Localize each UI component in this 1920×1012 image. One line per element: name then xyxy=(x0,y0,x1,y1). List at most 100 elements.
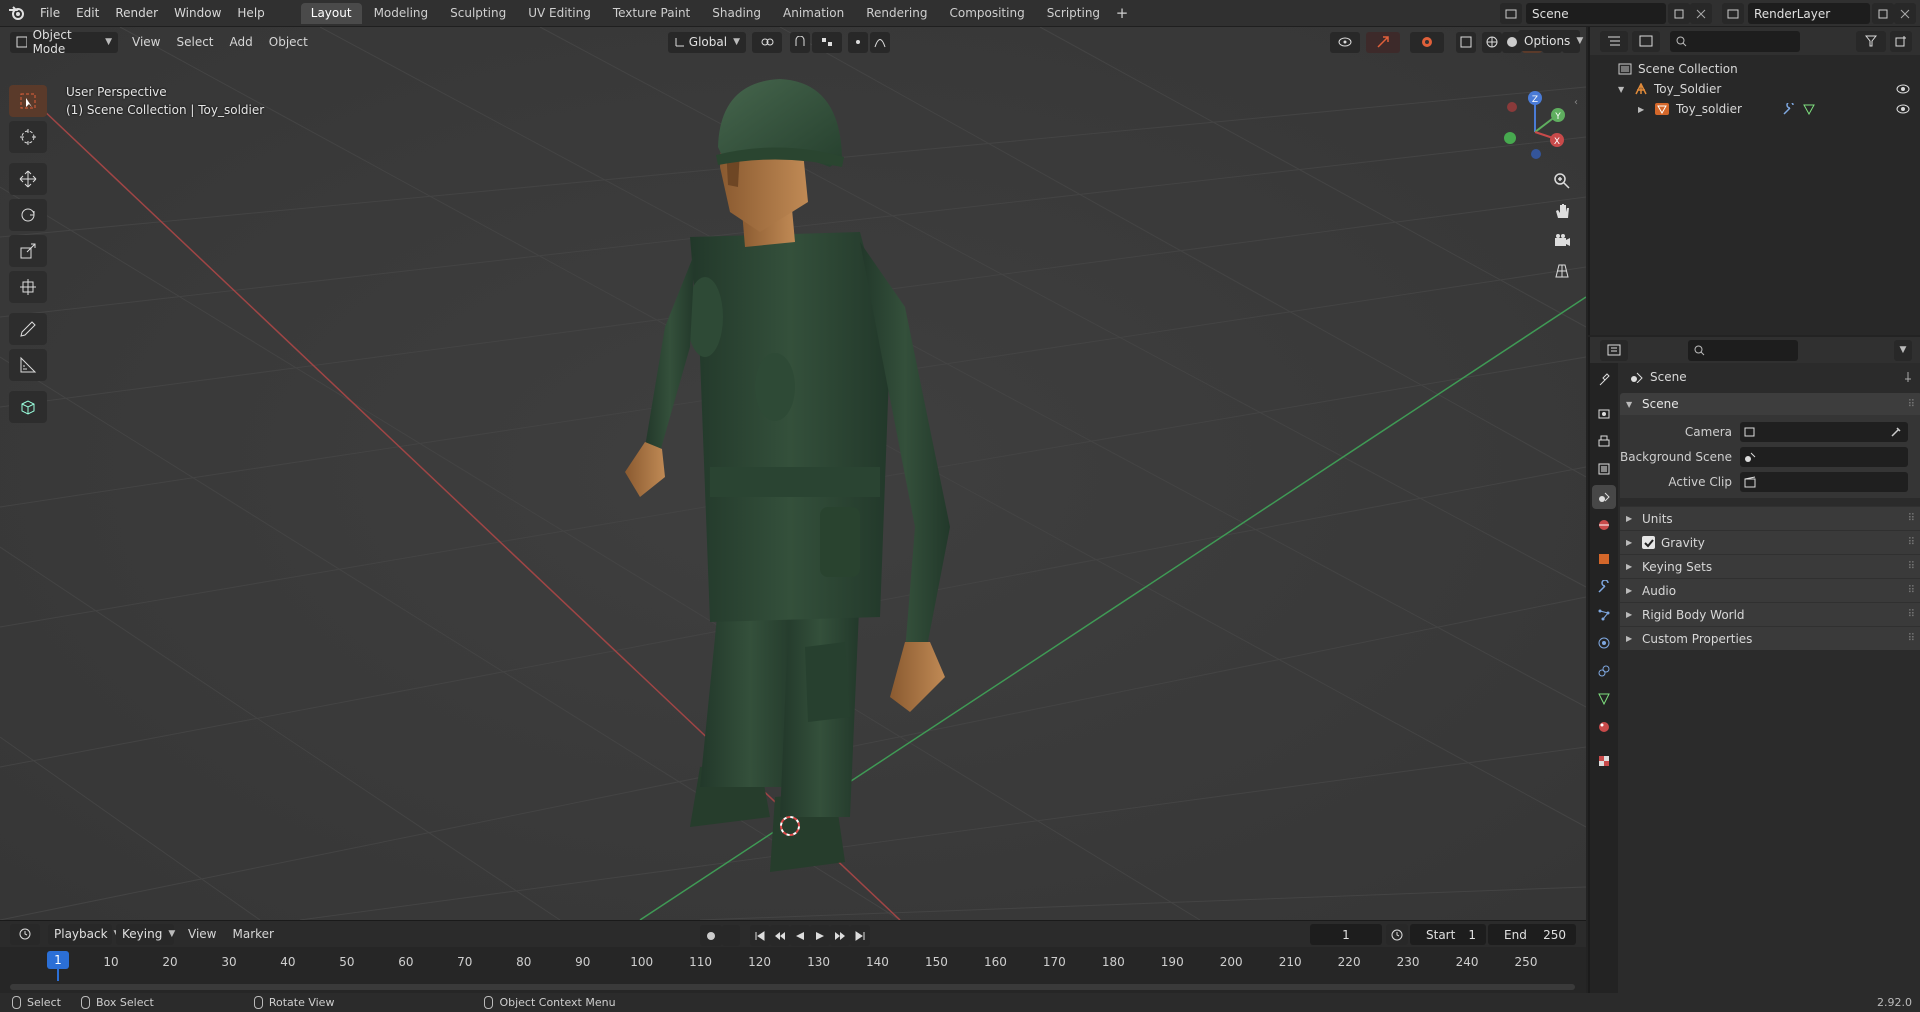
tab-uv-editing[interactable]: UV Editing xyxy=(518,3,601,24)
filter-funnel-icon[interactable] xyxy=(1856,30,1886,52)
scene-panel-header[interactable]: ▼ Scene ⠿ xyxy=(1620,393,1920,415)
tab-texture-paint[interactable]: Texture Paint xyxy=(603,3,700,24)
selectability-visibility-icon[interactable] xyxy=(1330,31,1360,53)
outliner-editor-type-icon[interactable] xyxy=(1600,30,1628,52)
tab-rendering[interactable]: Rendering xyxy=(856,3,937,24)
outliner-row-toy-soldier-collection[interactable]: ▼ Toy_Soldier xyxy=(1590,79,1920,99)
tab-sculpting[interactable]: Sculpting xyxy=(440,3,516,24)
add-workspace-button[interactable]: + xyxy=(1112,3,1132,23)
visibility-eye-icon[interactable] xyxy=(1896,84,1910,94)
properties-editor-type-icon[interactable] xyxy=(1600,339,1628,361)
scene-browse-icon[interactable] xyxy=(1500,3,1522,24)
gizmo-neg-y-handle[interactable] xyxy=(1504,132,1516,144)
snap-target-icon[interactable] xyxy=(812,31,842,53)
snap-toggle-icon[interactable] xyxy=(790,31,810,53)
audio-panel-header[interactable]: ▶ Audio ⠿ xyxy=(1620,578,1920,602)
add-cube-tool[interactable] xyxy=(9,391,47,423)
background-scene-field[interactable] xyxy=(1740,446,1908,467)
expand-triangle-icon[interactable]: ▶ xyxy=(1626,634,1634,643)
gravity-checkbox[interactable] xyxy=(1642,536,1655,549)
new-scene-icon[interactable] xyxy=(1668,3,1690,24)
material-tab-icon[interactable] xyxy=(1592,715,1616,739)
drag-handle-icon[interactable]: ⠿ xyxy=(1908,399,1915,410)
new-view-layer-icon[interactable] xyxy=(1872,3,1894,24)
display-mode-icon[interactable] xyxy=(1632,30,1660,52)
proportional-editing-icon[interactable] xyxy=(848,31,868,53)
drag-handle-icon[interactable]: ⠿ xyxy=(1908,633,1915,644)
select-box-tool[interactable] xyxy=(9,85,47,117)
world-tab-icon[interactable] xyxy=(1592,513,1616,537)
outliner-row-scene-collection[interactable]: Scene Collection xyxy=(1590,59,1920,79)
drag-handle-icon[interactable]: ⠿ xyxy=(1908,585,1915,596)
viewport-canvas[interactable]: Z Y X xyxy=(0,27,1586,920)
view-layer-field[interactable]: RenderLayer xyxy=(1748,3,1870,24)
menu-edit[interactable]: Edit xyxy=(68,0,107,27)
start-frame-field[interactable]: Start 1 xyxy=(1410,924,1486,945)
collapse-triangle-icon[interactable]: ▼ xyxy=(1626,400,1634,409)
drag-handle-icon[interactable]: ⠿ xyxy=(1908,609,1915,620)
delete-scene-icon[interactable] xyxy=(1690,3,1712,24)
viewport-menu-add[interactable]: Add xyxy=(222,35,261,49)
jump-to-start-icon[interactable] xyxy=(750,925,770,946)
visibility-eye-icon[interactable] xyxy=(1896,104,1910,114)
expand-triangle-icon[interactable]: ▶ xyxy=(1638,105,1646,114)
menu-render[interactable]: Render xyxy=(107,0,166,27)
perspective-toggle-grid-icon[interactable] xyxy=(1548,257,1576,285)
expand-triangle-icon[interactable]: ▶ xyxy=(1626,538,1634,547)
xray-toggle-icon[interactable] xyxy=(1456,31,1476,53)
transform-tool[interactable] xyxy=(9,271,47,303)
move-tool[interactable] xyxy=(9,163,47,195)
custom-properties-panel-header[interactable]: ▶ Custom Properties ⠿ xyxy=(1620,626,1920,650)
properties-search-input[interactable] xyxy=(1688,339,1798,361)
tab-scripting[interactable]: Scripting xyxy=(1037,3,1110,24)
end-frame-field[interactable]: End 250 xyxy=(1488,924,1576,945)
zoom-view-icon[interactable] xyxy=(1548,167,1576,195)
timeline-ruler[interactable]: 1 10 20 30 40 50 60 70 80 90 100 110 120 130 140 150 16… xyxy=(0,947,1586,994)
eyedropper-icon[interactable] xyxy=(1890,426,1902,438)
next-keyframe-icon[interactable] xyxy=(830,925,850,946)
outliner-row-toy-soldier-object[interactable]: ▶ Toy_soldier xyxy=(1590,99,1920,119)
viewport-menu-view[interactable]: View xyxy=(124,35,168,49)
keying-dropdown[interactable]: Keying ▼ xyxy=(116,923,175,945)
overlays-toggle-icon[interactable] xyxy=(1410,31,1444,53)
gizmo-toggle-icon[interactable] xyxy=(1366,31,1400,53)
tab-layout[interactable]: Layout xyxy=(300,2,362,24)
scene-name-field[interactable]: Scene xyxy=(1526,3,1666,24)
expand-triangle-icon[interactable]: ▶ xyxy=(1626,514,1634,523)
scene-tab-icon[interactable] xyxy=(1592,485,1616,509)
view-layer-browse-icon[interactable] xyxy=(1722,3,1744,24)
jump-to-end-icon[interactable] xyxy=(850,925,870,946)
options-dropdown[interactable]: Options ▼ xyxy=(1518,30,1583,51)
expand-triangle-icon[interactable]: ▶ xyxy=(1626,562,1634,571)
constraints-tab-icon[interactable] xyxy=(1592,659,1616,683)
modifier-wrench-icon[interactable] xyxy=(1782,103,1796,115)
transform-orientation-dropdown[interactable]: Global ▼ xyxy=(668,31,746,53)
camera-view-icon[interactable] xyxy=(1548,227,1576,255)
render-tab-icon[interactable] xyxy=(1592,401,1616,425)
pan-view-hand-icon[interactable] xyxy=(1548,197,1576,225)
use-preview-range-icon[interactable] xyxy=(1386,924,1408,945)
drag-handle-icon[interactable]: ⠿ xyxy=(1908,513,1915,524)
timeline-menu-marker[interactable]: Marker xyxy=(224,927,281,941)
gizmo-neg-x-handle[interactable] xyxy=(1507,102,1517,112)
sidebar-toggle-chevron-icon[interactable]: ‹ xyxy=(1574,97,1578,108)
delete-view-layer-icon[interactable] xyxy=(1894,3,1916,24)
previous-keyframe-icon[interactable] xyxy=(770,925,790,946)
outliner-search-input[interactable] xyxy=(1670,30,1800,52)
blender-logo-icon[interactable] xyxy=(6,2,28,24)
falloff-icon[interactable] xyxy=(870,31,890,53)
output-tab-icon[interactable] xyxy=(1592,429,1616,453)
camera-field[interactable] xyxy=(1740,421,1908,442)
expand-triangle-icon[interactable]: ▶ xyxy=(1626,586,1634,595)
menu-file[interactable]: File xyxy=(32,0,68,27)
timeline-scrollbar[interactable] xyxy=(10,984,1575,990)
menu-window[interactable]: Window xyxy=(166,0,229,27)
cursor-tool[interactable] xyxy=(9,121,47,153)
expand-triangle-icon[interactable]: ▶ xyxy=(1626,610,1634,619)
tab-animation[interactable]: Animation xyxy=(773,3,854,24)
particles-tab-icon[interactable] xyxy=(1592,603,1616,627)
viewport-menu-object[interactable]: Object xyxy=(261,35,316,49)
gravity-panel-header[interactable]: ▶ Gravity ⠿ xyxy=(1620,530,1920,554)
viewport-menu-select[interactable]: Select xyxy=(168,35,221,49)
editor-type-clock-icon[interactable] xyxy=(10,923,40,945)
